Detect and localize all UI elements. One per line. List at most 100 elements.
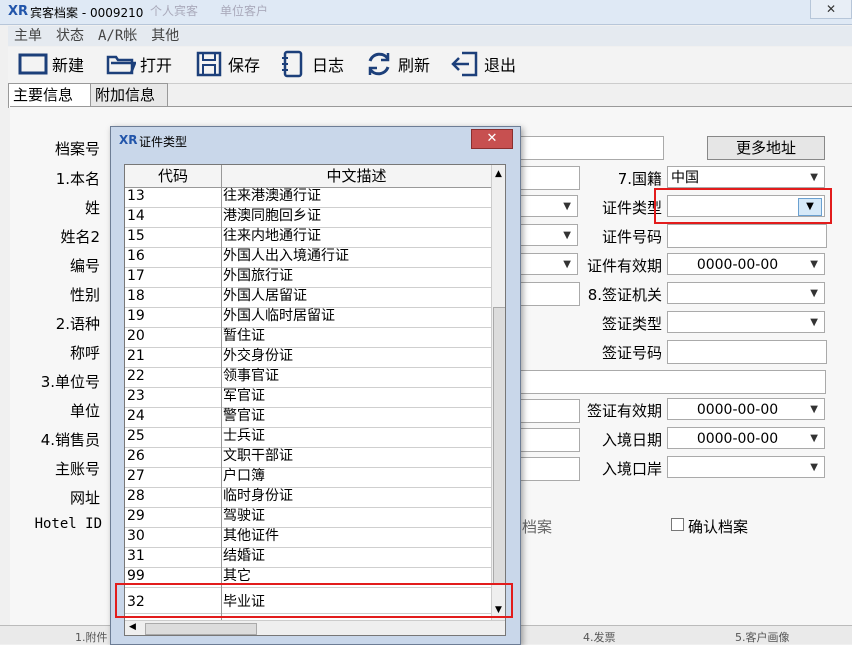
- window-close-button[interactable]: ✕: [810, 0, 852, 19]
- horizontal-scrollbar[interactable]: ◀: [125, 620, 505, 635]
- label-name: 1.本名: [55, 170, 100, 188]
- horizontal-scroll-thumb[interactable]: [145, 623, 257, 635]
- row-code: 23: [127, 388, 145, 404]
- chevron-down-icon: ▼: [810, 317, 818, 328]
- name-field[interactable]: [518, 166, 580, 190]
- new-button[interactable]: 新建: [18, 47, 84, 81]
- address-field[interactable]: [518, 136, 664, 160]
- visa-type-combo[interactable]: ▼: [667, 311, 825, 333]
- chevron-down-icon: ▼: [810, 462, 818, 473]
- exit-icon: [451, 51, 478, 77]
- id-type-dialog: XR 证件类型 ✕ 代码 中文描述 13 往来港澳通行证 14 港澳同胞回乡证 15 往来…: [110, 126, 521, 645]
- log-icon: [282, 50, 303, 78]
- master-account-field[interactable]: [518, 457, 580, 481]
- label-visa-expiry: 签证有效期: [586, 402, 662, 420]
- table-row[interactable]: 20 暂住证: [125, 327, 491, 348]
- table-row[interactable]: 13 往来港澳通行证: [125, 187, 491, 208]
- table-row[interactable]: 21 外交身份证: [125, 347, 491, 368]
- id-expiry-value: 0000-00-00: [696, 257, 779, 273]
- scroll-left-icon[interactable]: ◀: [129, 622, 136, 632]
- table-row[interactable]: 18 外国人居留证: [125, 287, 491, 308]
- company-field[interactable]: [518, 399, 580, 423]
- open-button[interactable]: 打开: [106, 47, 172, 81]
- visa-expiry-combo[interactable]: 0000-00-00 ▼: [667, 398, 825, 420]
- number-combo[interactable]: ▼: [518, 253, 578, 275]
- menu-bar: 主单 状态 A/R帐 其他: [8, 26, 852, 46]
- nationality-combo[interactable]: 中国 ▼: [667, 166, 825, 188]
- tab-main-info[interactable]: 主要信息: [8, 83, 92, 108]
- dialog-close-button[interactable]: ✕: [471, 129, 513, 149]
- table-row[interactable]: 26 文职干部证: [125, 447, 491, 468]
- exit-label: 退出: [484, 56, 517, 75]
- more-address-button[interactable]: 更多地址: [707, 136, 825, 160]
- id-expiry-combo[interactable]: 0000-00-00 ▼: [667, 253, 825, 275]
- menu-main[interactable]: 主单: [14, 28, 42, 44]
- chevron-down-icon: ▼: [563, 259, 571, 270]
- menu-ar-account[interactable]: A/R帐: [98, 28, 137, 44]
- exit-button[interactable]: 退出: [450, 47, 516, 81]
- log-label: 日志: [312, 56, 345, 75]
- entry-date-value: 0000-00-00: [696, 431, 779, 447]
- table-row[interactable]: 25 士兵证: [125, 427, 491, 448]
- vertical-scrollbar[interactable]: ▲ ▼: [491, 165, 505, 620]
- background-tab-personal: 个人宾客: [150, 4, 199, 18]
- entry-date-combo[interactable]: 0000-00-00 ▼: [667, 427, 825, 449]
- row-description: 往来内地通行证: [223, 228, 321, 244]
- label-master-account: 主账号: [54, 460, 100, 478]
- name2-combo[interactable]: ▼: [518, 224, 578, 246]
- table-row[interactable]: 30 其他证件: [125, 527, 491, 548]
- surname-combo[interactable]: ▼: [518, 195, 578, 217]
- row-description: 领事官证: [223, 368, 279, 384]
- table-row[interactable]: 29 驾驶证: [125, 507, 491, 528]
- log-button[interactable]: 日志: [278, 47, 344, 81]
- row-code: 26: [127, 448, 145, 464]
- dialog-title: 证件类型: [139, 135, 188, 149]
- visa-number-field[interactable]: [667, 340, 827, 364]
- archive-label: 档案: [522, 518, 553, 536]
- open-label: 打开: [140, 56, 173, 75]
- vertical-scroll-thumb[interactable]: [493, 307, 505, 584]
- table-row[interactable]: 15 往来内地通行证: [125, 227, 491, 248]
- label-gender: 性别: [69, 286, 100, 304]
- visa-authority-combo[interactable]: ▼: [667, 282, 825, 304]
- table-row[interactable]: 16 外国人出入境通行证: [125, 247, 491, 268]
- highlight-id-type: [654, 188, 832, 224]
- column-header-code[interactable]: 代码: [125, 165, 222, 187]
- scroll-up-icon[interactable]: ▲: [495, 169, 502, 179]
- table-row[interactable]: 28 临时身份证: [125, 487, 491, 508]
- label-entry-port: 入境口岸: [601, 460, 662, 478]
- row-description: 港澳同胞回乡证: [223, 208, 321, 224]
- confirm-checkbox[interactable]: [671, 518, 684, 531]
- table-row[interactable]: 24 警官证: [125, 407, 491, 428]
- table-row[interactable]: 17 外国旅行证: [125, 267, 491, 288]
- table-row[interactable]: 23 军官证: [125, 387, 491, 408]
- table-row[interactable]: 19 外国人临时居留证: [125, 307, 491, 328]
- row-description: 警官证: [223, 408, 265, 424]
- row-description: 暂住证: [223, 328, 265, 344]
- id-number-field[interactable]: [667, 224, 827, 248]
- tab-extra-info[interactable]: 附加信息: [90, 83, 168, 106]
- chevron-down-icon: ▼: [810, 433, 818, 444]
- label-language: 2.语种: [55, 315, 100, 333]
- label-entry-date: 入境日期: [601, 431, 662, 449]
- row-description: 外国人居留证: [223, 288, 307, 304]
- table-row[interactable]: 22 领事官证: [125, 367, 491, 388]
- save-button[interactable]: 保存: [194, 47, 260, 81]
- table-row[interactable]: 14 港澳同胞回乡证: [125, 207, 491, 228]
- label-hotel-id: Hotel ID: [34, 516, 102, 532]
- gender-field[interactable]: [518, 282, 580, 306]
- menu-other[interactable]: 其他: [151, 28, 179, 44]
- row-description: 外国人临时居留证: [223, 308, 335, 324]
- table-row[interactable]: 31 结婚证: [125, 547, 491, 568]
- table-row[interactable]: 27 户口簿: [125, 467, 491, 488]
- entry-port-combo[interactable]: ▼: [667, 456, 825, 478]
- menu-status[interactable]: 状态: [56, 28, 84, 44]
- chevron-down-icon: ▼: [563, 230, 571, 241]
- row-description: 外国旅行证: [223, 268, 293, 284]
- column-header-desc[interactable]: 中文描述: [222, 165, 491, 187]
- salesperson-field[interactable]: [518, 428, 580, 452]
- company-no-field[interactable]: [518, 370, 826, 394]
- label-name2: 姓名2: [60, 228, 100, 246]
- label-id-type: 证件类型: [601, 199, 662, 217]
- refresh-button[interactable]: 刷新: [364, 47, 430, 81]
